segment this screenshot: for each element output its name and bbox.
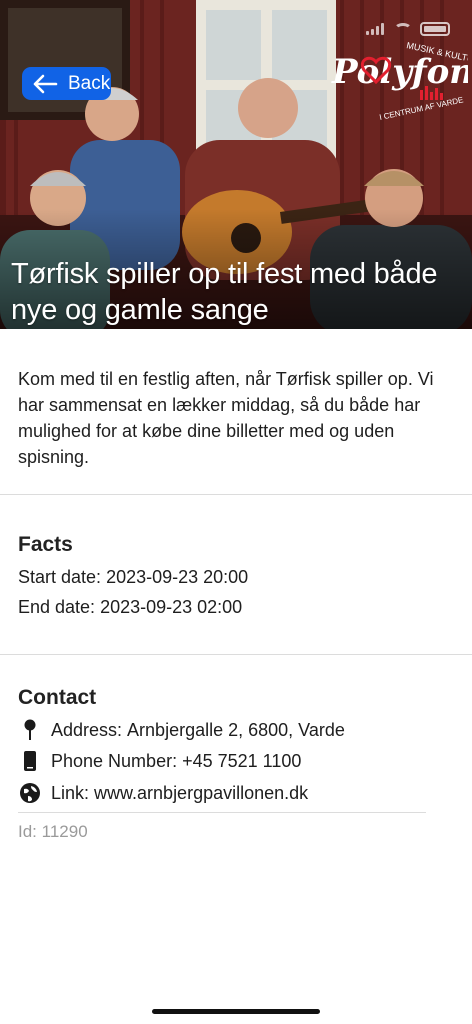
start-date: Start date: 2023-09-23 20:00: [18, 567, 248, 588]
home-indicator[interactable]: [152, 1009, 320, 1014]
address-label: Address:: [51, 719, 123, 740]
address-value: Arnbjergalle 2, 6800, Varde: [127, 719, 345, 740]
back-button[interactable]: Back: [22, 67, 111, 100]
end-date-value: 2023-09-23 02:00: [100, 597, 243, 617]
end-date: End date: 2023-09-23 02:00: [18, 597, 242, 618]
address-row[interactable]: Address: Arnbjergalle 2, 6800, Varde: [18, 718, 345, 742]
arrow-left-icon: [33, 74, 58, 93]
start-date-value: 2023-09-23 20:00: [106, 567, 249, 587]
link-row[interactable]: Link: www.arnbjergpavillonen.dk: [18, 781, 308, 805]
hero-image: Back MUSIK & KULTUR Polyfon I CENTRUM AF…: [0, 0, 472, 329]
pin-icon: [18, 718, 42, 742]
divider: [0, 654, 472, 655]
phone-row[interactable]: Phone Number: +45 7521 1100: [18, 749, 301, 773]
svg-text:Polyfon: Polyfon: [331, 52, 468, 92]
link-value[interactable]: www.arnbjergpavillonen.dk: [94, 783, 308, 804]
polyfon-logo: MUSIK & KULTUR Polyfon I CENTRUM AF VARD…: [331, 40, 468, 122]
phone-value: +45 7521 1100: [182, 750, 302, 771]
globe-icon: [18, 781, 42, 805]
phone-label: Phone Number:: [51, 750, 178, 771]
phone-icon: [18, 749, 42, 773]
event-title: Tørfisk spiller op til fest med både nye…: [11, 258, 438, 326]
event-description: Kom med til en festlig aften, når Tørfis…: [18, 369, 434, 467]
divider: [0, 494, 472, 495]
divider: [18, 812, 426, 813]
end-date-label: End date:: [18, 597, 96, 617]
start-date-label: Start date:: [18, 567, 102, 587]
event-id: Id: 11290: [18, 822, 88, 842]
contact-heading: Contact: [18, 686, 97, 709]
event-id-label: Id:: [18, 822, 37, 841]
link-label: Link:: [51, 782, 90, 803]
back-button-label: Back: [68, 72, 111, 94]
facts-heading: Facts: [18, 533, 73, 556]
event-id-value: 11290: [41, 822, 88, 841]
